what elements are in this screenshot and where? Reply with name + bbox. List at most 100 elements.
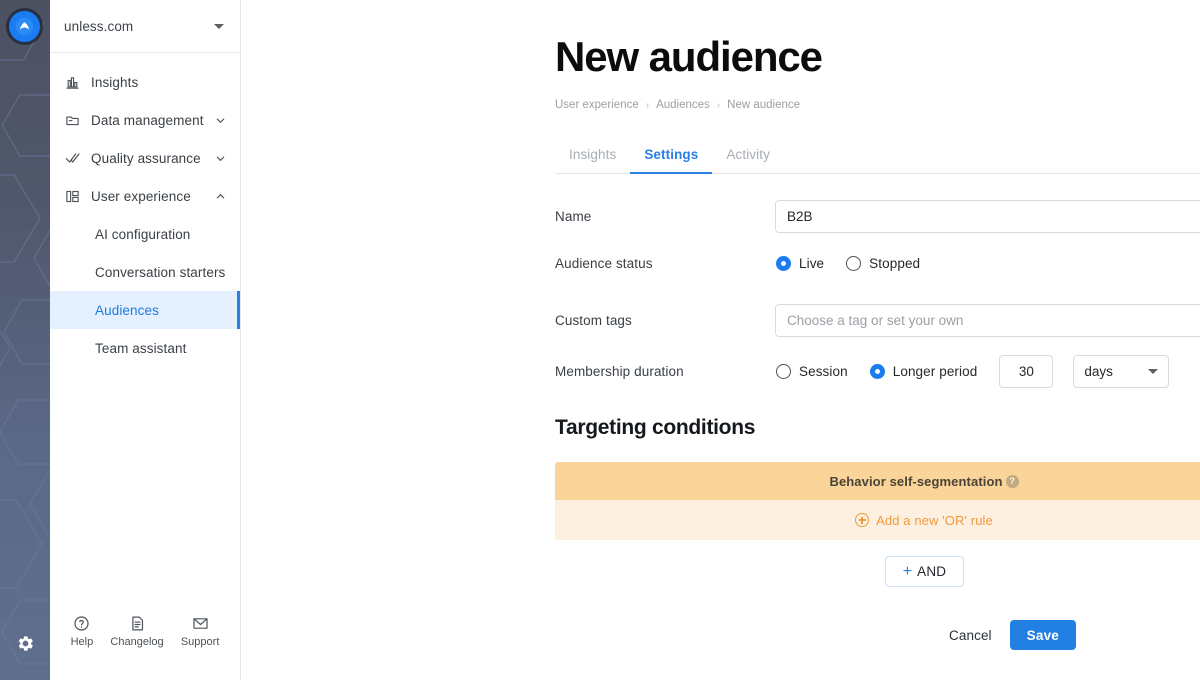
help-button[interactable]: Help	[70, 614, 94, 648]
workspace-selector[interactable]: unless.com	[50, 0, 240, 53]
radio-option-live[interactable]: Live	[776, 255, 825, 271]
radio-option-longer-period[interactable]: Longer period	[869, 363, 978, 379]
sidebar-item-quality-assurance[interactable]: Quality assurance	[50, 139, 240, 177]
tab-activity[interactable]: Activity	[712, 147, 784, 173]
page-title: New audience	[555, 33, 823, 80]
chevron-up-icon[interactable]	[214, 190, 226, 202]
changelog-button[interactable]: Changelog	[110, 614, 164, 648]
radio-session-icon	[776, 363, 791, 379]
layout-grid-icon	[64, 188, 81, 205]
plus-circle-icon	[855, 513, 870, 527]
support-label: Support	[180, 636, 220, 648]
add-and-button[interactable]: + AND	[885, 556, 964, 587]
chevron-down-icon[interactable]	[214, 152, 226, 164]
changelog-label: Changelog	[110, 636, 164, 648]
add-or-rule-label: Add a new 'OR' rule	[876, 512, 993, 528]
document-icon	[128, 614, 146, 632]
workspace-name: unless.com	[64, 18, 134, 34]
membership-duration-controls: Session Longer period days	[775, 354, 1170, 388]
duration-unit-select[interactable]: days	[1073, 354, 1170, 388]
membership-duration-label: Membership duration	[555, 363, 684, 379]
sidebar-item-insights[interactable]: Insights	[50, 63, 240, 101]
breadcrumb-separator-icon: ›	[645, 99, 650, 111]
field-row-custom-tags: Custom tags ?	[555, 290, 1200, 350]
envelope-icon	[191, 614, 209, 632]
bar-chart-icon	[64, 74, 81, 91]
tab-settings[interactable]: Settings	[630, 147, 713, 174]
unless-mark-icon	[15, 17, 34, 36]
sidebar-subitem-label: Conversation starters	[95, 264, 226, 280]
app-root: unless.com Insights Data management Qual…	[0, 0, 1200, 680]
gear-icon[interactable]	[14, 632, 36, 654]
radio-longer-period-icon	[869, 363, 885, 379]
breadcrumb-item-audiences[interactable]: Audiences	[656, 99, 710, 111]
audience-status-radio-group: Live Stopped	[775, 255, 921, 271]
radio-stopped-icon	[846, 255, 862, 271]
name-label: Name	[555, 208, 592, 224]
plus-icon: +	[902, 562, 913, 580]
audience-status-label: Audience status	[555, 255, 653, 271]
radio-session-label: Session	[799, 363, 848, 379]
unless-logo-icon[interactable]	[9, 11, 40, 42]
tab-insights[interactable]: Insights	[555, 147, 630, 173]
sidebar-item-conversation-starters[interactable]: Conversation starters	[50, 253, 240, 291]
targeting-conditions-heading: Targeting conditions	[555, 416, 756, 439]
sidebar-item-label: Insights	[91, 74, 139, 90]
sidebar-item-team-assistant[interactable]: Team assistant	[50, 329, 240, 367]
help-label: Help	[70, 636, 94, 648]
sidebar-item-audiences[interactable]: Audiences	[50, 291, 240, 329]
sidebar-item-label: Quality assurance	[91, 150, 201, 166]
check-double-icon	[64, 150, 81, 167]
sidebar-nav: Insights Data management Quality assuran…	[50, 53, 240, 606]
sidebar-item-label: Data management	[91, 112, 204, 128]
support-button[interactable]: Support	[180, 614, 220, 648]
radio-option-session[interactable]: Session	[776, 363, 848, 379]
sidebar-subitem-label: Audiences	[95, 302, 159, 318]
custom-tags-label: Custom tags	[555, 312, 632, 328]
gear-glyph-icon	[18, 635, 33, 651]
question-circle-icon	[73, 614, 91, 632]
breadcrumb-item-user-experience[interactable]: User experience	[555, 99, 639, 111]
sidebar-item-ai-configuration[interactable]: AI configuration	[50, 215, 240, 253]
cancel-button[interactable]: Cancel	[949, 628, 992, 643]
chevron-down-icon	[214, 23, 224, 29]
breadcrumb: User experience › Audiences › New audien…	[555, 99, 800, 111]
save-button[interactable]: Save	[1009, 620, 1076, 650]
breadcrumb-item-new-audience[interactable]: New audience	[727, 99, 800, 111]
settings-form: Name Audience status Live Stopped ?	[555, 196, 1200, 392]
main-content: New audience User experience › Audiences…	[241, 0, 1200, 680]
folder-icon	[64, 112, 81, 129]
sidebar-item-label: User experience	[91, 188, 191, 204]
sidebar-footer: Help Changelog Support	[50, 606, 240, 680]
radio-stopped-label: Stopped	[869, 255, 921, 271]
duration-unit-value: days	[1084, 363, 1113, 379]
duration-amount-input[interactable]	[999, 354, 1054, 388]
targeting-condition-card: Behavior self-segmentation? Add a new 'O…	[555, 462, 1200, 540]
form-actions: Cancel Save	[949, 620, 1076, 650]
condition-help-icon[interactable]: ?	[1005, 474, 1019, 488]
sidebar-item-data-management[interactable]: Data management	[50, 101, 240, 139]
field-row-name: Name	[555, 196, 1200, 236]
rail-pattern-decoration	[0, 0, 50, 680]
add-or-rule-button[interactable]: Add a new 'OR' rule	[555, 500, 1200, 540]
chevron-down-icon[interactable]	[214, 114, 226, 126]
sidebar-item-user-experience[interactable]: User experience	[50, 177, 240, 215]
condition-header: Behavior self-segmentation?	[555, 462, 1200, 500]
sidebar-subitem-label: Team assistant	[95, 340, 187, 356]
name-input[interactable]	[775, 199, 1200, 233]
radio-live-icon	[776, 255, 791, 271]
radio-live-label: Live	[799, 255, 825, 271]
radio-longer-period-label: Longer period	[892, 363, 978, 379]
add-and-label: AND	[917, 564, 947, 579]
chevron-down-icon	[1148, 368, 1159, 374]
field-row-audience-status: Audience status Live Stopped ?	[555, 236, 1200, 290]
custom-tags-input[interactable]	[775, 303, 1200, 337]
field-row-membership-duration: Membership duration Session Longer perio…	[555, 350, 1200, 392]
condition-title: Behavior self-segmentation	[829, 473, 1003, 489]
sidebar: unless.com Insights Data management Qual…	[50, 0, 241, 680]
tab-bar: Insights Settings Activity	[555, 136, 1200, 174]
breadcrumb-separator-icon: ›	[716, 99, 721, 111]
sidebar-subitem-label: AI configuration	[95, 226, 191, 242]
icon-rail	[0, 0, 50, 680]
radio-option-stopped[interactable]: Stopped	[846, 255, 921, 271]
